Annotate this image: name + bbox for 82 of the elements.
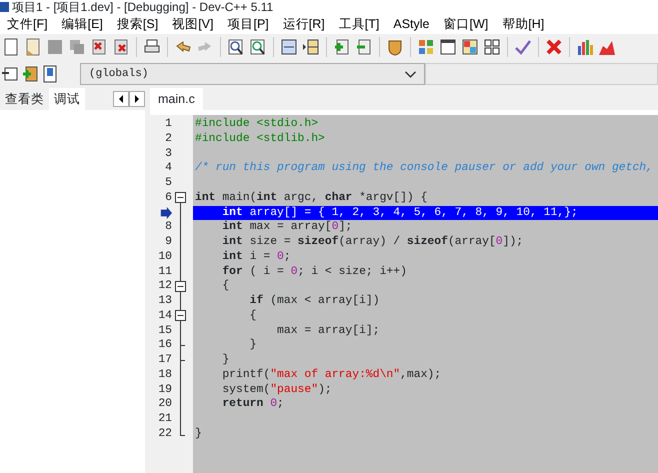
code-line: int max = array[0];	[221, 220, 352, 235]
indent-icon[interactable]	[280, 38, 298, 56]
current-line-arrow-icon	[160, 206, 172, 219]
window-icon[interactable]	[0, 65, 20, 83]
open-file-icon[interactable]	[24, 38, 42, 56]
line-number: 18	[157, 368, 172, 382]
code-line: {	[248, 308, 257, 324]
add-file-icon[interactable]	[333, 38, 351, 56]
code-line: #include <stdlib.h>	[194, 132, 325, 146]
caret-icon	[405, 70, 416, 78]
shield-icon[interactable]	[386, 38, 404, 56]
menu-item[interactable]: 帮助[H]	[495, 14, 552, 34]
line-number: 20	[157, 397, 172, 412]
menu-item[interactable]: 文件[F]	[0, 14, 55, 34]
code-line: return 0;	[221, 397, 284, 412]
line-number: 13	[157, 294, 172, 309]
new-file-icon[interactable]	[2, 38, 20, 56]
line-number: 19	[157, 382, 172, 398]
code-line: if (max < array[i])	[248, 294, 380, 309]
close-file-icon[interactable]	[90, 38, 108, 56]
code-line: int main(int argc, char *argv[]) {	[194, 190, 428, 206]
grid-icon[interactable]	[483, 38, 501, 56]
line-number: 17	[157, 353, 172, 368]
unindent-icon[interactable]	[302, 38, 320, 56]
scope-dropdown[interactable]: (globals)	[80, 63, 425, 85]
code-line: int size = sizeof(array) / sizeof(array[0]);	[221, 235, 524, 250]
line-number: 22	[157, 426, 172, 442]
scroll-right-icon[interactable]	[129, 91, 145, 107]
add-file-icon[interactable]	[20, 65, 40, 83]
line-number: 6	[164, 190, 172, 206]
line-number: 21	[157, 412, 172, 427]
code-line: }	[248, 338, 257, 353]
cross-icon[interactable]	[545, 38, 563, 56]
code-line: system("pause");	[221, 382, 332, 398]
fold-toggle-icon[interactable]	[175, 192, 186, 204]
line-number: 15	[157, 324, 172, 338]
menu-item[interactable]: 视图[V]	[165, 14, 220, 34]
replace-icon[interactable]	[249, 38, 267, 56]
window-title: 项目1 - [项目1.dev] - [Debugging] - Dev-C++ 5.11	[12, 0, 274, 14]
code-line: /* run this program using the console pauser or add your own getch,	[194, 161, 653, 176]
window-icon[interactable]	[439, 38, 457, 56]
menu-item[interactable]: AStyle	[386, 14, 436, 34]
close-all-icon[interactable]	[112, 38, 130, 56]
app-icon	[0, 2, 9, 12]
menu-item[interactable]: 项目[P]	[220, 14, 276, 34]
line-number: 16	[157, 338, 172, 353]
line-number: 14	[157, 308, 172, 324]
panel-tab[interactable]: 调试	[49, 88, 85, 110]
menu-item[interactable]: 工具[T]	[332, 14, 386, 34]
line-number: 4	[164, 161, 172, 176]
menu-item[interactable]: 编辑[E]	[54, 14, 110, 34]
code-line: max = array[i];	[276, 324, 380, 338]
panel-tab[interactable]: 查看类	[0, 88, 49, 110]
grid-color-icon[interactable]	[417, 38, 435, 56]
menu-item[interactable]: 窗口[W]	[436, 14, 496, 34]
file-tab[interactable]: main.c	[150, 88, 203, 110]
code-line: #include <stdio.h>	[194, 117, 318, 132]
fold-toggle-icon[interactable]	[175, 310, 186, 322]
line-number: 8	[164, 220, 172, 235]
check-icon[interactable]	[514, 38, 532, 56]
scroll-left-icon[interactable]	[113, 91, 129, 107]
tiles-icon[interactable]	[461, 38, 479, 56]
line-number: 10	[157, 250, 172, 264]
menu-item[interactable]: 搜索[S]	[110, 14, 166, 34]
code-line: for ( i = 0; i < size; i++)	[221, 264, 407, 280]
line-number: 5	[164, 176, 172, 191]
code-line: {	[221, 279, 230, 294]
code-line: }	[194, 426, 202, 442]
menu-item[interactable]: 运行[R]	[276, 14, 332, 34]
code-line: }	[221, 353, 230, 368]
line-number: 3	[164, 146, 172, 162]
code-line: int i = 0;	[221, 250, 291, 264]
line-number: 2	[164, 132, 172, 146]
remove-file-icon[interactable]	[355, 38, 373, 56]
fold-toggle-icon[interactable]	[175, 280, 186, 292]
code-line: printf("max of array:%d\n",max);	[221, 368, 442, 382]
line-number: 12	[157, 279, 172, 294]
line-number: 9	[164, 235, 172, 250]
line-number: 11	[157, 264, 172, 280]
bar-chart-icon[interactable]	[576, 38, 594, 56]
line-number: 1	[164, 117, 172, 132]
find-icon[interactable]	[227, 38, 245, 56]
